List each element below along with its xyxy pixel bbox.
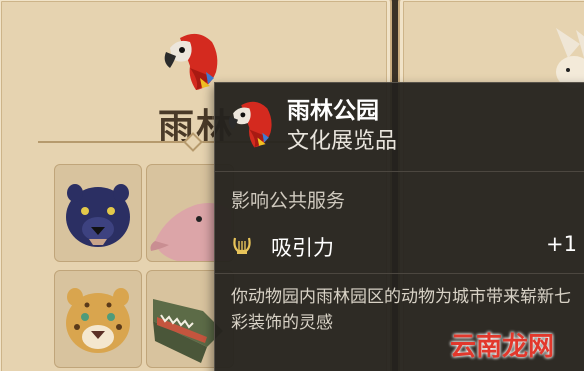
tooltip-divider bbox=[215, 171, 584, 172]
lyre-icon bbox=[233, 237, 251, 254]
game-screen: 雨林 雨林公园 文化展览品 影响公共服务 吸引力 +1 你动物园内雨林园区的动物… bbox=[0, 0, 584, 371]
jaguar-icon bbox=[66, 288, 130, 353]
animal-tile-jaguar[interactable] bbox=[54, 270, 142, 368]
panther-icon bbox=[66, 184, 130, 247]
parrot-icon bbox=[228, 101, 272, 148]
effect-value: +1 bbox=[546, 232, 577, 256]
tooltip-section-label: 影响公共服务 bbox=[231, 190, 346, 212]
tooltip-title: 雨林公园 bbox=[287, 98, 379, 124]
tooltip-subtitle: 文化展览品 bbox=[287, 129, 398, 154]
watermark: 云南龙网 bbox=[449, 332, 554, 362]
effect-row-appeal: 吸引力 +1 bbox=[215, 229, 584, 265]
tooltip-header: 雨林公园 文化展览品 bbox=[215, 83, 584, 163]
tooltip-divider-2 bbox=[215, 273, 584, 274]
animal-tile-panther[interactable] bbox=[54, 164, 142, 262]
effect-label: 吸引力 bbox=[271, 236, 334, 260]
